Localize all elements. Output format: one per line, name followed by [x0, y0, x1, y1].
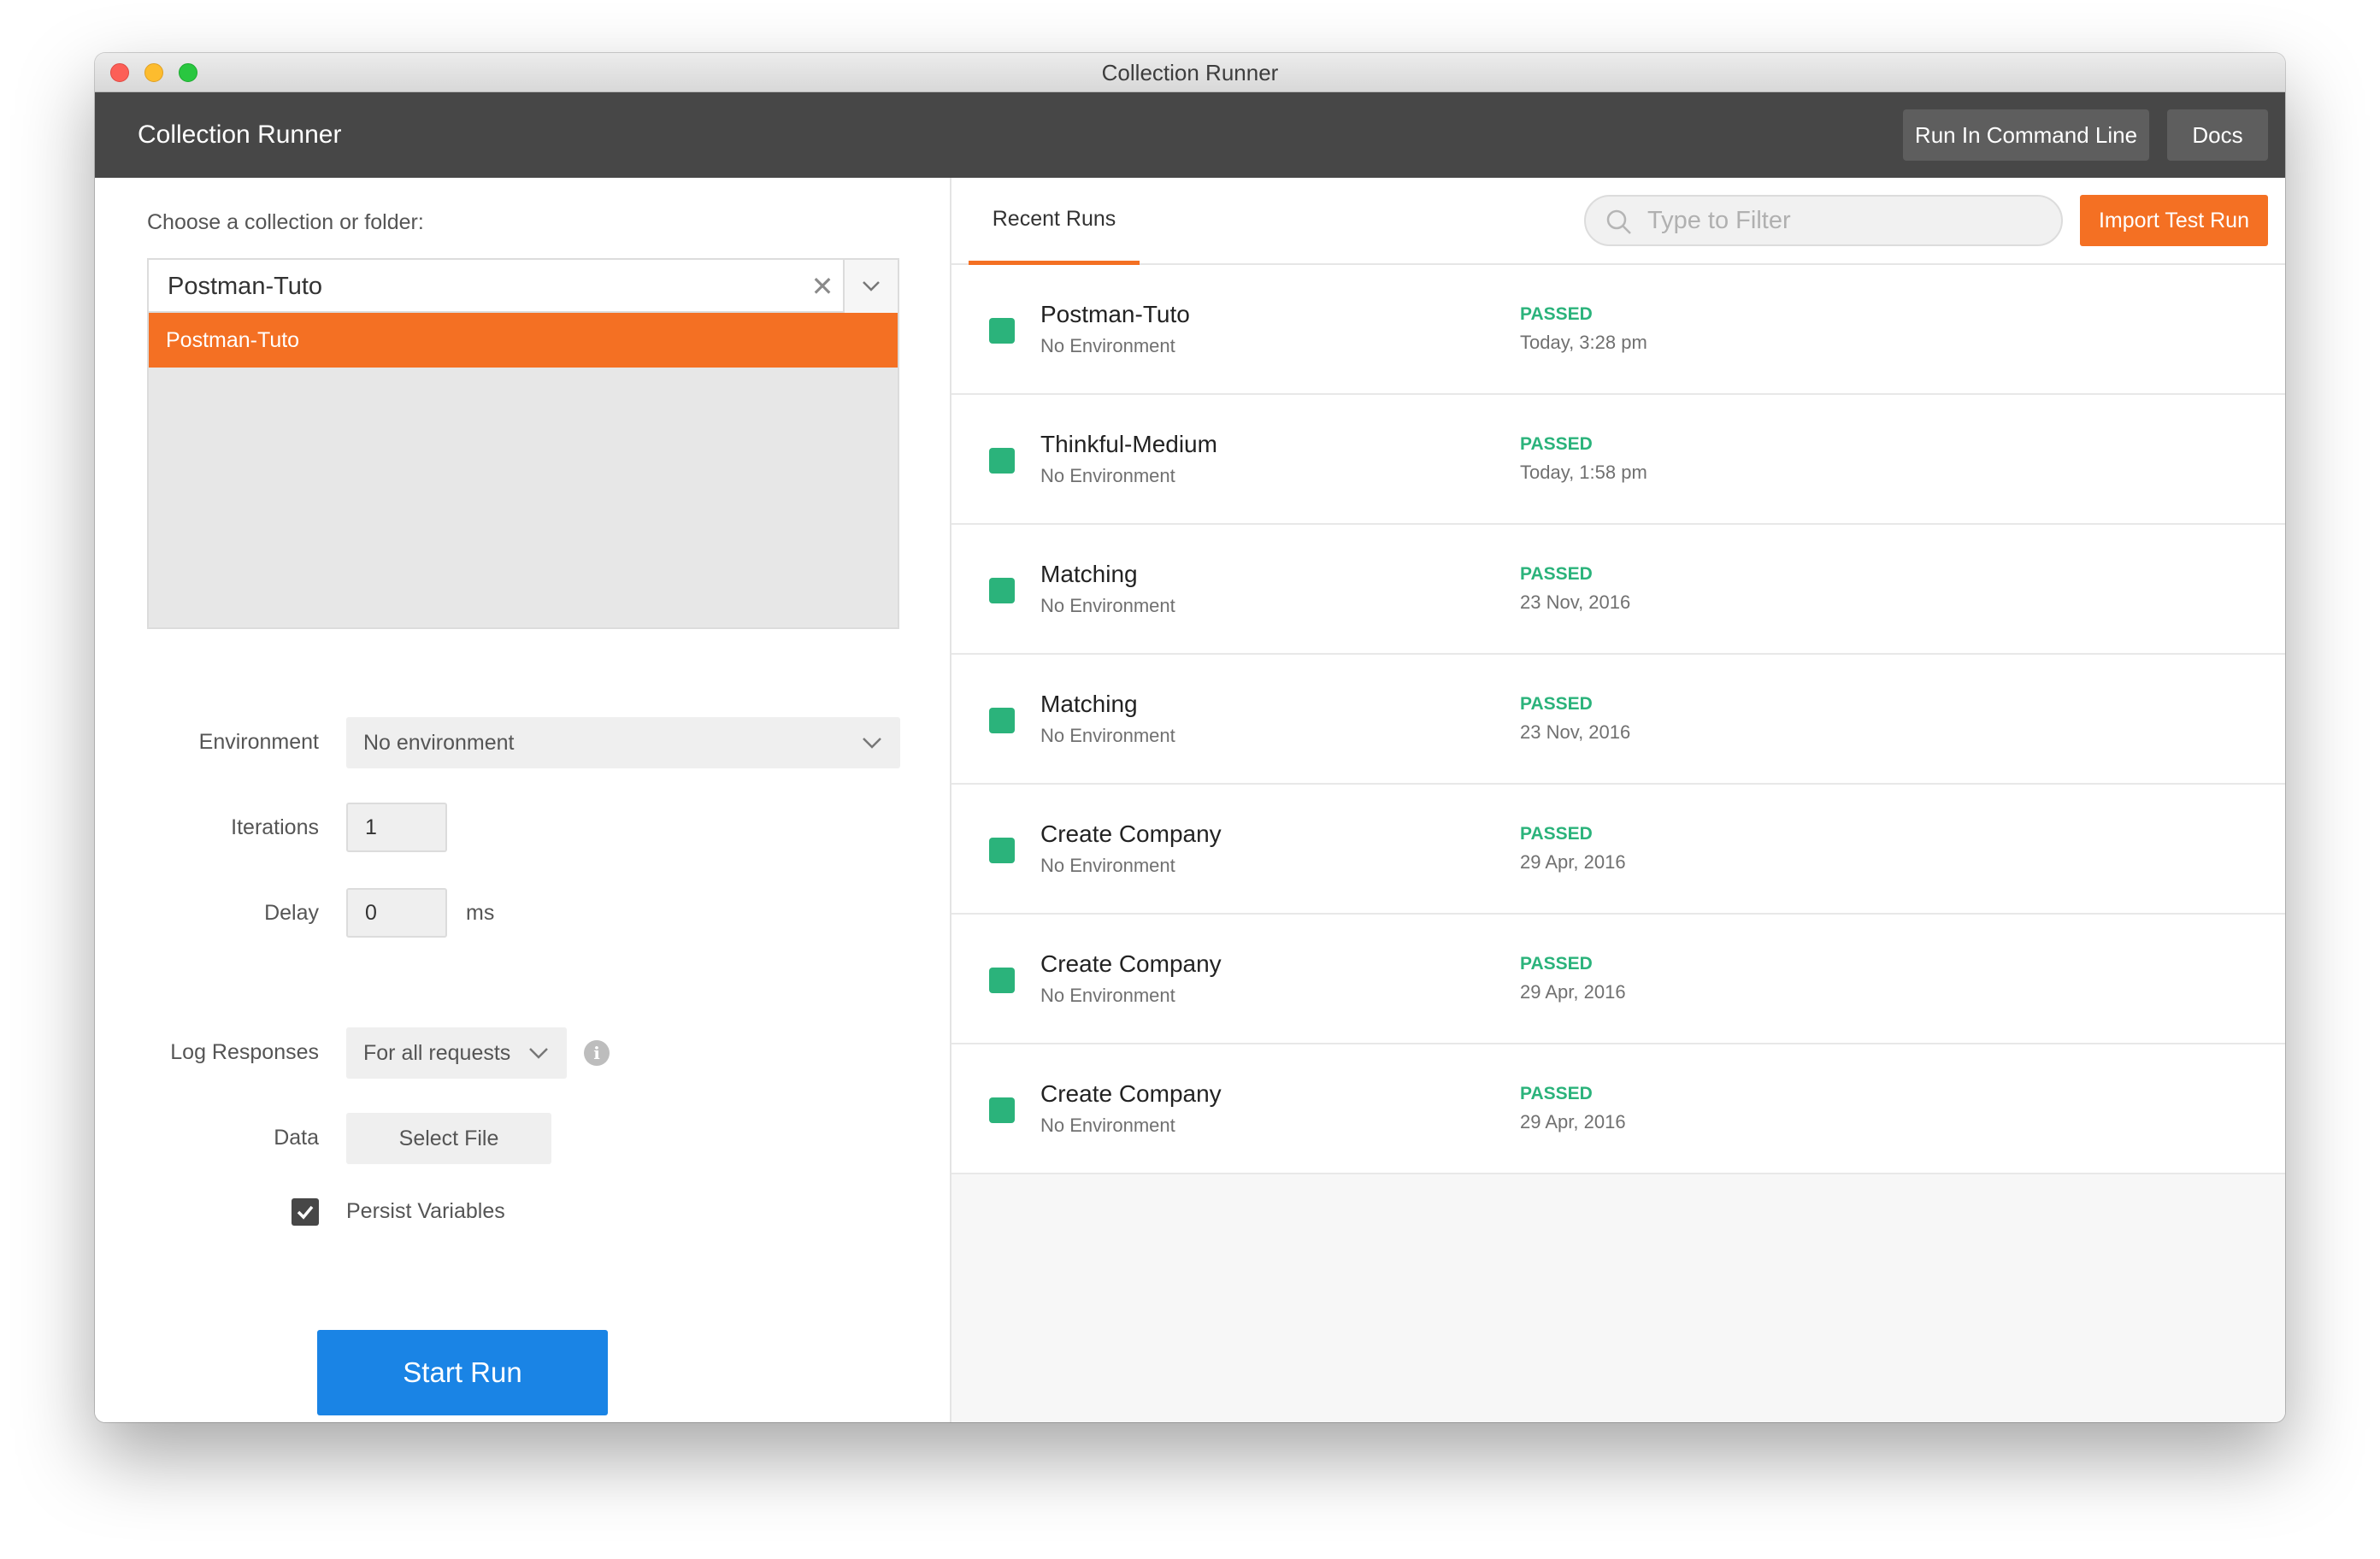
iterations-input[interactable]: 1 — [346, 803, 447, 852]
import-test-run-button[interactable]: Import Test Run — [2080, 195, 2268, 246]
app-header: Collection Runner Run In Command Line Do… — [95, 92, 2285, 178]
run-environment: No Environment — [1040, 1115, 1175, 1136]
run-date: 29 Apr, 2016 — [1520, 981, 1626, 1003]
run-environment: No Environment — [1040, 465, 1175, 486]
run-date: Today, 3:28 pm — [1520, 332, 1647, 353]
run-status: PASSED — [1520, 434, 1593, 454]
recent-runs-toolbar: Recent Runs Type to Filter Import Test R… — [951, 178, 2285, 265]
run-environment: No Environment — [1040, 595, 1175, 616]
tab-recent-runs[interactable]: Recent Runs — [969, 178, 1140, 265]
status-indicator — [989, 708, 1015, 733]
log-responses-label: Log Responses — [170, 1040, 319, 1064]
filter-placeholder: Type to Filter — [1647, 207, 1791, 234]
run-status: PASSED — [1520, 824, 1593, 844]
status-indicator — [989, 318, 1015, 344]
collection-list-item[interactable]: Postman-Tuto — [149, 313, 898, 368]
run-row[interactable]: Postman-Tuto No Environment PASSED Today… — [951, 265, 2285, 395]
run-status: PASSED — [1520, 694, 1593, 714]
delay-input[interactable]: 0 — [346, 888, 447, 938]
run-environment: No Environment — [1040, 725, 1175, 746]
run-name: Create Company — [1040, 821, 1222, 847]
run-date: 23 Nov, 2016 — [1520, 591, 1631, 613]
chevron-down-icon — [863, 738, 881, 749]
collection-list: Postman-Tuto — [147, 313, 899, 629]
recent-runs-list: Postman-Tuto No Environment PASSED Today… — [951, 265, 2285, 1174]
iterations-label: Iterations — [231, 815, 319, 839]
persist-variables-checkbox[interactable] — [292, 1198, 319, 1226]
window-close-button[interactable] — [110, 63, 129, 82]
status-indicator — [989, 578, 1015, 603]
log-responses-select[interactable]: For all requests — [346, 1027, 567, 1079]
start-run-button[interactable]: Start Run — [317, 1330, 608, 1415]
window-maximize-button[interactable] — [179, 63, 197, 82]
run-name: Create Company — [1040, 950, 1222, 977]
run-name: Create Company — [1040, 1080, 1222, 1107]
docs-button[interactable]: Docs — [2167, 109, 2268, 161]
run-row[interactable]: Thinkful-Medium No Environment PASSED To… — [951, 395, 2285, 525]
run-row[interactable]: Matching No Environment PASSED 23 Nov, 2… — [951, 525, 2285, 655]
run-name: Postman-Tuto — [1040, 301, 1190, 327]
status-indicator — [989, 838, 1015, 863]
run-row[interactable]: Create Company No Environment PASSED 29 … — [951, 1044, 2285, 1174]
data-label: Data — [274, 1126, 319, 1150]
info-icon[interactable]: i — [584, 1040, 610, 1066]
run-name: Thinkful-Medium — [1040, 431, 1217, 457]
run-row[interactable]: Matching No Environment PASSED 23 Nov, 2… — [951, 655, 2285, 785]
status-indicator — [989, 968, 1015, 993]
run-environment: No Environment — [1040, 985, 1175, 1006]
run-row[interactable]: Create Company No Environment PASSED 29 … — [951, 915, 2285, 1044]
window-minimize-button[interactable] — [144, 63, 163, 82]
app-window: Collection Runner Collection Runner Run … — [95, 53, 2285, 1422]
run-environment: No Environment — [1040, 335, 1175, 356]
run-name: Matching — [1040, 561, 1138, 587]
runner-config-panel: Choose a collection or folder: Postman-T… — [95, 178, 951, 1422]
environment-select[interactable]: No environment — [346, 717, 900, 768]
run-date: 23 Nov, 2016 — [1520, 721, 1631, 743]
window-title: Collection Runner — [1101, 60, 1279, 85]
select-file-button[interactable]: Select File — [346, 1113, 551, 1164]
page-title: Collection Runner — [138, 121, 342, 149]
filter-input[interactable]: Type to Filter — [1584, 195, 2063, 246]
collection-select[interactable]: Postman-Tuto ✕ — [147, 258, 899, 313]
run-row[interactable]: Create Company No Environment PASSED 29 … — [951, 785, 2285, 915]
run-status: PASSED — [1520, 564, 1593, 584]
delay-label: Delay — [264, 901, 319, 925]
run-in-command-line-button[interactable]: Run In Command Line — [1903, 109, 2149, 161]
chevron-down-icon — [863, 281, 880, 291]
run-date: 29 Apr, 2016 — [1520, 851, 1626, 873]
collection-dropdown-toggle[interactable] — [843, 260, 898, 313]
run-date: 29 Apr, 2016 — [1520, 1111, 1626, 1132]
run-status: PASSED — [1520, 1084, 1593, 1103]
log-responses-value: For all requests — [363, 1041, 511, 1065]
run-name: Matching — [1040, 691, 1138, 717]
delay-unit: ms — [466, 901, 495, 925]
run-status: PASSED — [1520, 304, 1593, 324]
collection-select-label: Choose a collection or folder: — [147, 210, 424, 234]
clear-icon[interactable]: ✕ — [805, 260, 839, 313]
status-indicator — [989, 1097, 1015, 1123]
environment-select-value: No environment — [363, 731, 515, 755]
persist-variables-label: Persist Variables — [346, 1199, 505, 1223]
run-status: PASSED — [1520, 954, 1593, 974]
recent-runs-panel: Recent Runs Type to Filter Import Test R… — [951, 178, 2285, 1422]
checkmark-icon — [297, 1205, 314, 1220]
title-bar: Collection Runner — [95, 53, 2285, 92]
run-environment: No Environment — [1040, 855, 1175, 876]
collection-select-value: Postman-Tuto — [168, 273, 323, 300]
search-icon — [1606, 209, 1631, 234]
environment-label: Environment — [198, 730, 319, 754]
status-indicator — [989, 448, 1015, 474]
chevron-down-icon — [529, 1048, 548, 1059]
run-date: Today, 1:58 pm — [1520, 462, 1647, 483]
